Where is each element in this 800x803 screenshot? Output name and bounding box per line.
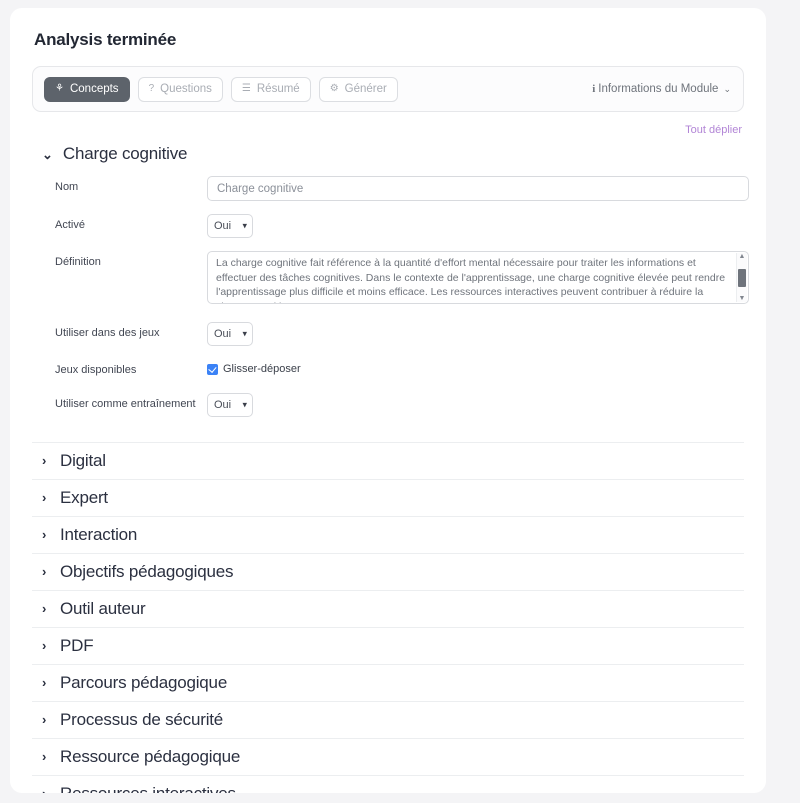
module-info-dropdown[interactable]: i Informations du Module ⌄	[592, 83, 731, 95]
question-mark-icon: ?	[148, 83, 155, 94]
nom-input[interactable]	[207, 176, 749, 201]
tab-questions-label: Questions	[160, 83, 212, 95]
expand-all-link[interactable]: Tout déplier	[685, 124, 742, 136]
concept-form: Nom Activé Oui ▾	[32, 172, 749, 440]
definition-textarea[interactable]: La charge cognitive fait référence à la …	[207, 251, 749, 304]
label-use-as-training: Utiliser comme entraînement	[55, 397, 196, 410]
accordion-header-charge-cognitive[interactable]: ⌄ Charge cognitive	[32, 142, 744, 172]
tab-questions[interactable]: ? Questions	[137, 76, 223, 102]
tab-group: ⚘ Concepts ? Questions ☰ Résumé ⚙ Génére…	[44, 76, 398, 102]
accordion-label: Interaction	[60, 524, 138, 544]
field-row-available-games: Jeux disponibles Glisser-déposer	[32, 359, 744, 380]
scroll-up-icon[interactable]: ▲	[739, 253, 746, 260]
chevron-right-icon: ›	[42, 712, 47, 727]
chevron-right-icon: ›	[42, 675, 47, 690]
accordion-label: Outil auteur	[60, 598, 146, 618]
tab-concepts-label: Concepts	[69, 83, 119, 95]
toolbar: ⚘ Concepts ? Questions ☰ Résumé ⚙ Génére…	[32, 66, 744, 112]
tab-generer-label: Générer	[344, 83, 387, 95]
field-row-definition: Définition La charge cognitive fait réfé…	[32, 251, 749, 309]
list-icon: ☰	[241, 83, 251, 94]
accordion-title: Charge cognitive	[62, 144, 188, 163]
scrollbar-thumb[interactable]	[738, 268, 746, 287]
chevron-right-icon: ›	[42, 453, 47, 468]
chevron-right-icon: ›	[42, 564, 47, 579]
accordion-row-objectifs-pedagogiques[interactable]: › Objectifs pédagogiques	[32, 552, 744, 590]
chevron-right-icon: ›	[42, 749, 47, 764]
chevron-right-icon: ›	[42, 490, 47, 505]
field-row-use-in-games: Utiliser dans des jeux Oui ▾	[32, 322, 744, 346]
label-use-in-games: Utiliser dans des jeux	[55, 327, 160, 339]
accordion-label: Objectifs pédagogiques	[60, 561, 234, 581]
accordion-row-ressource-pedagogique[interactable]: › Ressource pédagogique	[32, 737, 744, 775]
chevron-right-icon: ›	[42, 787, 49, 793]
active-select[interactable]: Oui	[207, 214, 253, 238]
accordion-label: Processus de sécurité	[60, 709, 224, 729]
main-card: Analysis terminée ⚘ Concepts ? Questions…	[10, 8, 766, 793]
label-nom: Nom	[55, 181, 79, 193]
page-title: Analysis terminée	[34, 30, 177, 49]
gear-icon: ⚙	[329, 83, 339, 94]
accordion-row-digital[interactable]: › Digital	[32, 441, 744, 479]
scroll-down-icon[interactable]: ▼	[739, 295, 746, 302]
label-available-games: Jeux disponibles	[55, 364, 137, 376]
accordion-row-pdf[interactable]: › PDF	[32, 626, 744, 664]
accordion-label: Expert	[60, 487, 108, 507]
info-icon: i	[592, 83, 596, 95]
glisser-deposer-label: Glisser-déposer	[223, 363, 301, 375]
chevron-right-icon: ›	[42, 527, 47, 542]
accordion-label: Ressource pédagogique	[60, 746, 241, 766]
definition-scrollbar[interactable]: ▲ ▼	[736, 253, 747, 302]
chevron-down-icon: ⌄	[42, 146, 53, 162]
accordion-row-interaction[interactable]: › Interaction	[32, 515, 744, 553]
accordion-row-parcours-pedagogique[interactable]: › Parcours pédagogique	[32, 663, 744, 701]
glisser-deposer-checkbox[interactable]	[207, 363, 218, 375]
accordion-label: Ressources interactives	[60, 783, 236, 794]
accordion-label: Parcours pédagogique	[60, 672, 228, 692]
field-row-active: Activé Oui ▾	[32, 214, 744, 238]
accordion-row-outil-auteur[interactable]: › Outil auteur	[32, 589, 744, 627]
accordion-label: PDF	[60, 635, 94, 655]
app-root: Analysis terminée ⚘ Concepts ? Questions…	[0, 0, 800, 803]
tab-generer[interactable]: ⚙ Générer	[318, 76, 398, 102]
chevron-right-icon: ›	[42, 638, 47, 653]
accordion-row-expert[interactable]: › Expert	[32, 478, 744, 516]
accordion-row-ressources-interactives[interactable]: › Ressources interactives	[32, 774, 744, 794]
lightbulb-icon: ⚘	[55, 83, 64, 94]
tab-resume-label: Résumé	[256, 83, 300, 95]
field-row-nom: Nom	[32, 176, 749, 201]
use-in-games-select[interactable]: Oui	[207, 322, 253, 346]
use-as-training-select[interactable]: Oui	[207, 392, 253, 417]
accordion-list: › Digital › Expert › Interaction › Objec…	[32, 441, 744, 794]
expand-all-row: Tout déplier	[32, 124, 742, 136]
tab-resume[interactable]: ☰ Résumé	[230, 76, 311, 102]
tab-concepts[interactable]: ⚘ Concepts	[44, 76, 130, 102]
field-row-use-as-training: Utiliser comme entraînement Oui ▾	[32, 392, 744, 417]
accordion-label: Digital	[60, 450, 106, 470]
module-info-label: Informations du Module	[598, 83, 719, 95]
chevron-right-icon: ›	[42, 601, 47, 616]
label-definition: Définition	[55, 256, 101, 268]
chevron-down-icon: ⌄	[723, 83, 731, 94]
label-active: Activé	[55, 219, 85, 231]
accordion-row-processus-de-securite[interactable]: › Processus de sécurité	[32, 700, 744, 738]
